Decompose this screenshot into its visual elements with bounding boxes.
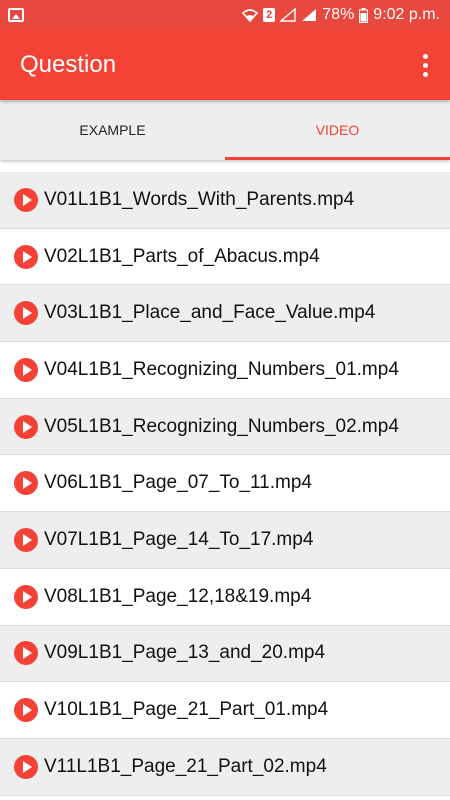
play-icon bbox=[14, 414, 38, 439]
list-item[interactable]: V02L1B1_Parts_of_Abacus.mp4 bbox=[0, 228, 450, 286]
play-icon bbox=[14, 301, 38, 326]
file-name: V07L1B1_Page_14_To_17.mp4 bbox=[44, 528, 314, 550]
play-icon bbox=[14, 244, 38, 269]
status-right: 2 78% 9:02 p.m. bbox=[242, 6, 440, 24]
file-name: V08L1B1_Page_12,18&19.mp4 bbox=[44, 585, 312, 607]
list-item[interactable]: V08L1B1_Page_12,18&19.mp4 bbox=[0, 568, 450, 626]
file-name: V05L1B1_Recognizing_Numbers_02.mp4 bbox=[44, 415, 399, 437]
play-icon bbox=[14, 584, 38, 609]
file-name: V04L1B1_Recognizing_Numbers_01.mp4 bbox=[44, 358, 399, 380]
status-left bbox=[8, 8, 24, 22]
list-item[interactable]: V05L1B1_Recognizing_Numbers_02.mp4 bbox=[0, 398, 450, 456]
file-name: V10L1B1_Page_21_Part_01.mp4 bbox=[44, 699, 329, 721]
list-item[interactable]: V06L1B1_Page_07_To_11.mp4 bbox=[0, 455, 450, 513]
file-name: V01L1B1_Words_With_Parents.mp4 bbox=[44, 188, 355, 210]
tab-video[interactable]: VIDEO bbox=[225, 100, 450, 160]
list-item[interactable]: V01L1B1_Words_With_Parents.mp4 bbox=[0, 172, 450, 229]
video-list: V01L1B1_Words_With_Parents.mp4 V02L1B1_P… bbox=[0, 172, 450, 796]
play-icon bbox=[14, 641, 38, 666]
wifi-icon bbox=[242, 9, 259, 22]
tab-example[interactable]: EXAMPLE bbox=[0, 100, 225, 160]
status-bar: 2 78% 9:02 p.m. bbox=[0, 0, 450, 30]
play-icon bbox=[14, 698, 38, 723]
play-icon bbox=[14, 187, 38, 212]
list-item[interactable]: V07L1B1_Page_14_To_17.mp4 bbox=[0, 512, 450, 569]
play-icon bbox=[14, 527, 38, 552]
file-name: V03L1B1_Place_and_Face_Value.mp4 bbox=[44, 302, 376, 324]
signal-icon bbox=[280, 8, 296, 22]
list-item[interactable]: V11L1B1_Page_21_Part_02.mp4 bbox=[0, 738, 450, 796]
file-name: V06L1B1_Page_07_To_11.mp4 bbox=[44, 472, 312, 494]
play-icon bbox=[14, 471, 38, 496]
file-name: V09L1B1_Page_13_and_20.mp4 bbox=[44, 642, 326, 664]
list-item[interactable]: V10L1B1_Page_21_Part_01.mp4 bbox=[0, 682, 450, 739]
file-name: V11L1B1_Page_21_Part_02.mp4 bbox=[44, 755, 327, 777]
app-bar: Question bbox=[0, 30, 450, 100]
list-item[interactable]: V09L1B1_Page_13_and_20.mp4 bbox=[0, 625, 450, 683]
list-item[interactable]: V04L1B1_Recognizing_Numbers_01.mp4 bbox=[0, 342, 450, 399]
overflow-menu-icon[interactable] bbox=[417, 48, 434, 83]
image-notification-icon bbox=[8, 8, 24, 22]
battery-icon bbox=[359, 7, 369, 23]
battery-percent: 78% bbox=[322, 6, 355, 23]
play-icon bbox=[14, 357, 38, 382]
list-item[interactable]: V03L1B1_Place_and_Face_Value.mp4 bbox=[0, 285, 450, 343]
sim-badge: 2 bbox=[263, 8, 276, 22]
play-icon bbox=[14, 754, 38, 779]
file-name: V02L1B1_Parts_of_Abacus.mp4 bbox=[44, 245, 320, 267]
signal-icon-2 bbox=[302, 9, 317, 21]
page-title: Question bbox=[20, 51, 117, 78]
tab-bar: EXAMPLE VIDEO bbox=[0, 100, 450, 160]
clock: 9:02 p.m. bbox=[373, 6, 440, 23]
